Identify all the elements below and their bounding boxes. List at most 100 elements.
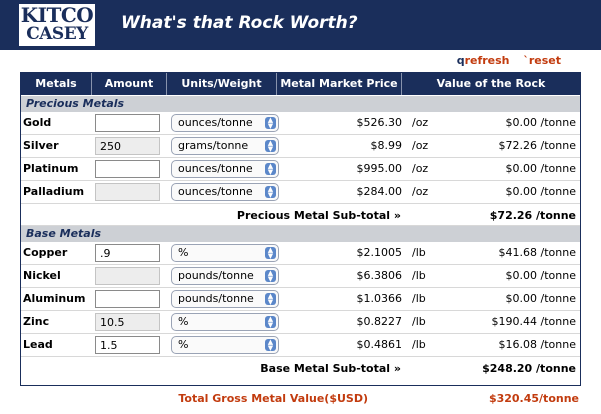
metal-row: Silver grams/tonne ▲▼ $8.99/oz $72.26 /tonne bbox=[21, 135, 580, 158]
unit-select-value: ounces/tonne bbox=[178, 185, 253, 198]
amount-input-zinc[interactable] bbox=[95, 313, 160, 331]
calculator-panel: Metals Amount Units/Weight Metal Market … bbox=[20, 72, 581, 386]
price-unit: /lb bbox=[412, 292, 426, 305]
amount-input-gold[interactable] bbox=[95, 114, 160, 132]
section-base-metals: Base Metals bbox=[21, 226, 580, 242]
col-header-amount: Amount bbox=[92, 73, 167, 95]
price-unit: /lb bbox=[412, 246, 426, 259]
metal-name: Gold bbox=[23, 116, 52, 129]
amount-input-lead[interactable] bbox=[95, 336, 160, 354]
col-header-price: Metal Market Price bbox=[277, 73, 402, 95]
select-arrows-icon: ▲ ▼ bbox=[265, 339, 276, 352]
metal-name: Aluminum bbox=[23, 292, 86, 305]
unit-select-lead[interactable]: % ▲ ▼ bbox=[171, 336, 279, 354]
select-arrows-icon: ▲ ▼ bbox=[265, 117, 276, 130]
unit-select-value: pounds/tonne bbox=[178, 292, 254, 305]
unit-select-value: ounces/tonne bbox=[178, 162, 253, 175]
rock-value: $0.00 /tonne bbox=[505, 162, 576, 175]
refresh-link[interactable]: refresh bbox=[465, 54, 510, 67]
metal-price: $2.1005 bbox=[356, 246, 403, 259]
metal-row: Copper% ▲▼ $2.1005/lb $41.68 /tonne bbox=[21, 242, 580, 265]
metal-price: $8.99 bbox=[370, 139, 403, 152]
unit-select-zinc[interactable]: % ▲ ▼ bbox=[171, 313, 279, 331]
metal-name: Nickel bbox=[23, 269, 61, 282]
metal-name: Palladium bbox=[23, 185, 85, 198]
unit-select-value: % bbox=[178, 246, 189, 259]
metal-price: $284.00 bbox=[356, 185, 403, 198]
unit-select-value: ounces/tonne bbox=[178, 116, 253, 129]
select-arrows-icon: ▲ ▼ bbox=[265, 247, 276, 260]
price-unit: /lb bbox=[412, 269, 426, 282]
unit-select-silver[interactable]: grams/tonne ▲ ▼ bbox=[171, 137, 279, 155]
rock-value: $41.68 /tonne bbox=[498, 246, 576, 259]
refresh-prefix: q bbox=[456, 54, 465, 67]
metal-name: Lead bbox=[23, 338, 53, 351]
select-arrows-icon: ▲ ▼ bbox=[265, 140, 276, 153]
unit-select-value: pounds/tonne bbox=[178, 269, 254, 282]
select-arrows-icon: ▲ ▼ bbox=[265, 186, 276, 199]
metal-row: Zinc% ▲▼ $0.8227/lb $190.44 /tonne bbox=[21, 311, 580, 334]
precious-subtotal-value: $72.26 /tonne bbox=[489, 209, 576, 222]
unit-select-copper[interactable]: % ▲ ▼ bbox=[171, 244, 279, 262]
logo-line-2: CASEY bbox=[26, 24, 88, 44]
logo-line-1: KITCO bbox=[20, 3, 94, 27]
price-unit: /oz bbox=[412, 185, 429, 198]
unit-select-value: grams/tonne bbox=[178, 139, 249, 152]
amount-input-aluminum[interactable] bbox=[95, 290, 160, 308]
unit-select-platinum[interactable]: ounces/tonne ▲ ▼ bbox=[171, 160, 279, 178]
rock-value: $16.08 /tonne bbox=[498, 338, 576, 351]
total-value: $320.45/tonne bbox=[488, 392, 579, 405]
price-unit: /lb bbox=[412, 315, 426, 328]
amount-input-nickel[interactable] bbox=[95, 267, 160, 285]
amount-input-copper[interactable] bbox=[95, 244, 160, 262]
select-arrows-icon: ▲ ▼ bbox=[265, 293, 276, 306]
base-subtotal-row: Base Metal Sub-total » $248.20 /tonne bbox=[21, 357, 580, 379]
precious-subtotal-row: Precious Metal Sub-total » $72.26 /tonne bbox=[21, 204, 580, 226]
price-unit: /oz bbox=[412, 162, 429, 175]
select-arrows-icon: ▲ ▼ bbox=[265, 316, 276, 329]
metal-row: Gold ounces/tonne ▲ ▼ $526.30/oz $0.00 /tonne bbox=[21, 112, 580, 135]
amount-input-platinum[interactable] bbox=[95, 160, 160, 178]
price-unit: /lb bbox=[412, 338, 426, 351]
rock-value: $0.00 /tonne bbox=[505, 116, 576, 129]
metal-name: Platinum bbox=[23, 162, 79, 175]
rock-value: $0.00 /tonne bbox=[505, 185, 576, 198]
metal-price: $0.4861 bbox=[356, 338, 403, 351]
col-header-units: Units/Weight bbox=[167, 73, 277, 95]
metal-row: Lead % ▲▼ $0.4861/lb $16.08 /tonne bbox=[21, 334, 580, 357]
unit-select-aluminum[interactable]: pounds/tonne ▲ ▼ bbox=[171, 290, 279, 308]
metal-name: Zinc bbox=[23, 315, 50, 328]
precious-subtotal-label: Precious Metal Sub-total » bbox=[236, 209, 401, 222]
metal-row: Platinum ounces/tonne ▲ ▼ $995.00/oz $0.00 /t… bbox=[21, 158, 580, 181]
base-subtotal-value: $248.20 /tonne bbox=[482, 362, 576, 375]
metal-row: Palladium ounces/tonne ▲ ▼ $284.00/oz $0.00 /… bbox=[21, 181, 580, 204]
price-unit: /oz bbox=[412, 139, 429, 152]
header-bar: KITCO CASEY What's that Rock Worth? bbox=[0, 0, 601, 50]
reset-link[interactable]: reset bbox=[529, 54, 561, 67]
col-header-value: Value of the Rock bbox=[436, 77, 546, 90]
kitco-casey-logo: KITCO CASEY bbox=[18, 3, 96, 47]
metal-price: $1.0366 bbox=[356, 292, 403, 305]
total-label: Total Gross Metal Value($USD) bbox=[178, 392, 368, 405]
unit-select-gold[interactable]: ounces/tonne ▲ ▼ bbox=[171, 114, 279, 132]
page-title: What's that Rock Worth? bbox=[121, 13, 358, 33]
unit-select-palladium[interactable]: ounces/tonne ▲ ▼ bbox=[171, 183, 279, 201]
section-precious-metals: Precious Metals bbox=[21, 96, 580, 112]
col-header-metals: Metals bbox=[21, 73, 92, 95]
amount-input-silver[interactable] bbox=[95, 137, 160, 155]
select-arrows-icon: ▲ ▼ bbox=[265, 163, 276, 176]
action-links: qrefresh `reset bbox=[457, 54, 561, 67]
metal-price: $0.8227 bbox=[356, 315, 403, 328]
metal-price: $526.30 bbox=[356, 116, 403, 129]
metal-name: Silver bbox=[23, 139, 59, 152]
rock-value: $190.44 /tonne bbox=[491, 315, 576, 328]
metal-price: $995.00 bbox=[356, 162, 403, 175]
metal-name: Copper bbox=[23, 246, 68, 259]
price-unit: /oz bbox=[412, 116, 429, 129]
unit-select-value: % bbox=[178, 315, 189, 328]
unit-select-nickel[interactable]: pounds/tonne ▲ ▼ bbox=[171, 267, 279, 285]
metal-price: $6.3806 bbox=[356, 269, 403, 282]
metal-row: Aluminum pounds/tonne ▲ ▼ $1.0366/lb $0.00 /t… bbox=[21, 288, 580, 311]
amount-input-palladium[interactable] bbox=[95, 183, 160, 201]
rock-value: $0.00 /tonne bbox=[505, 292, 576, 305]
